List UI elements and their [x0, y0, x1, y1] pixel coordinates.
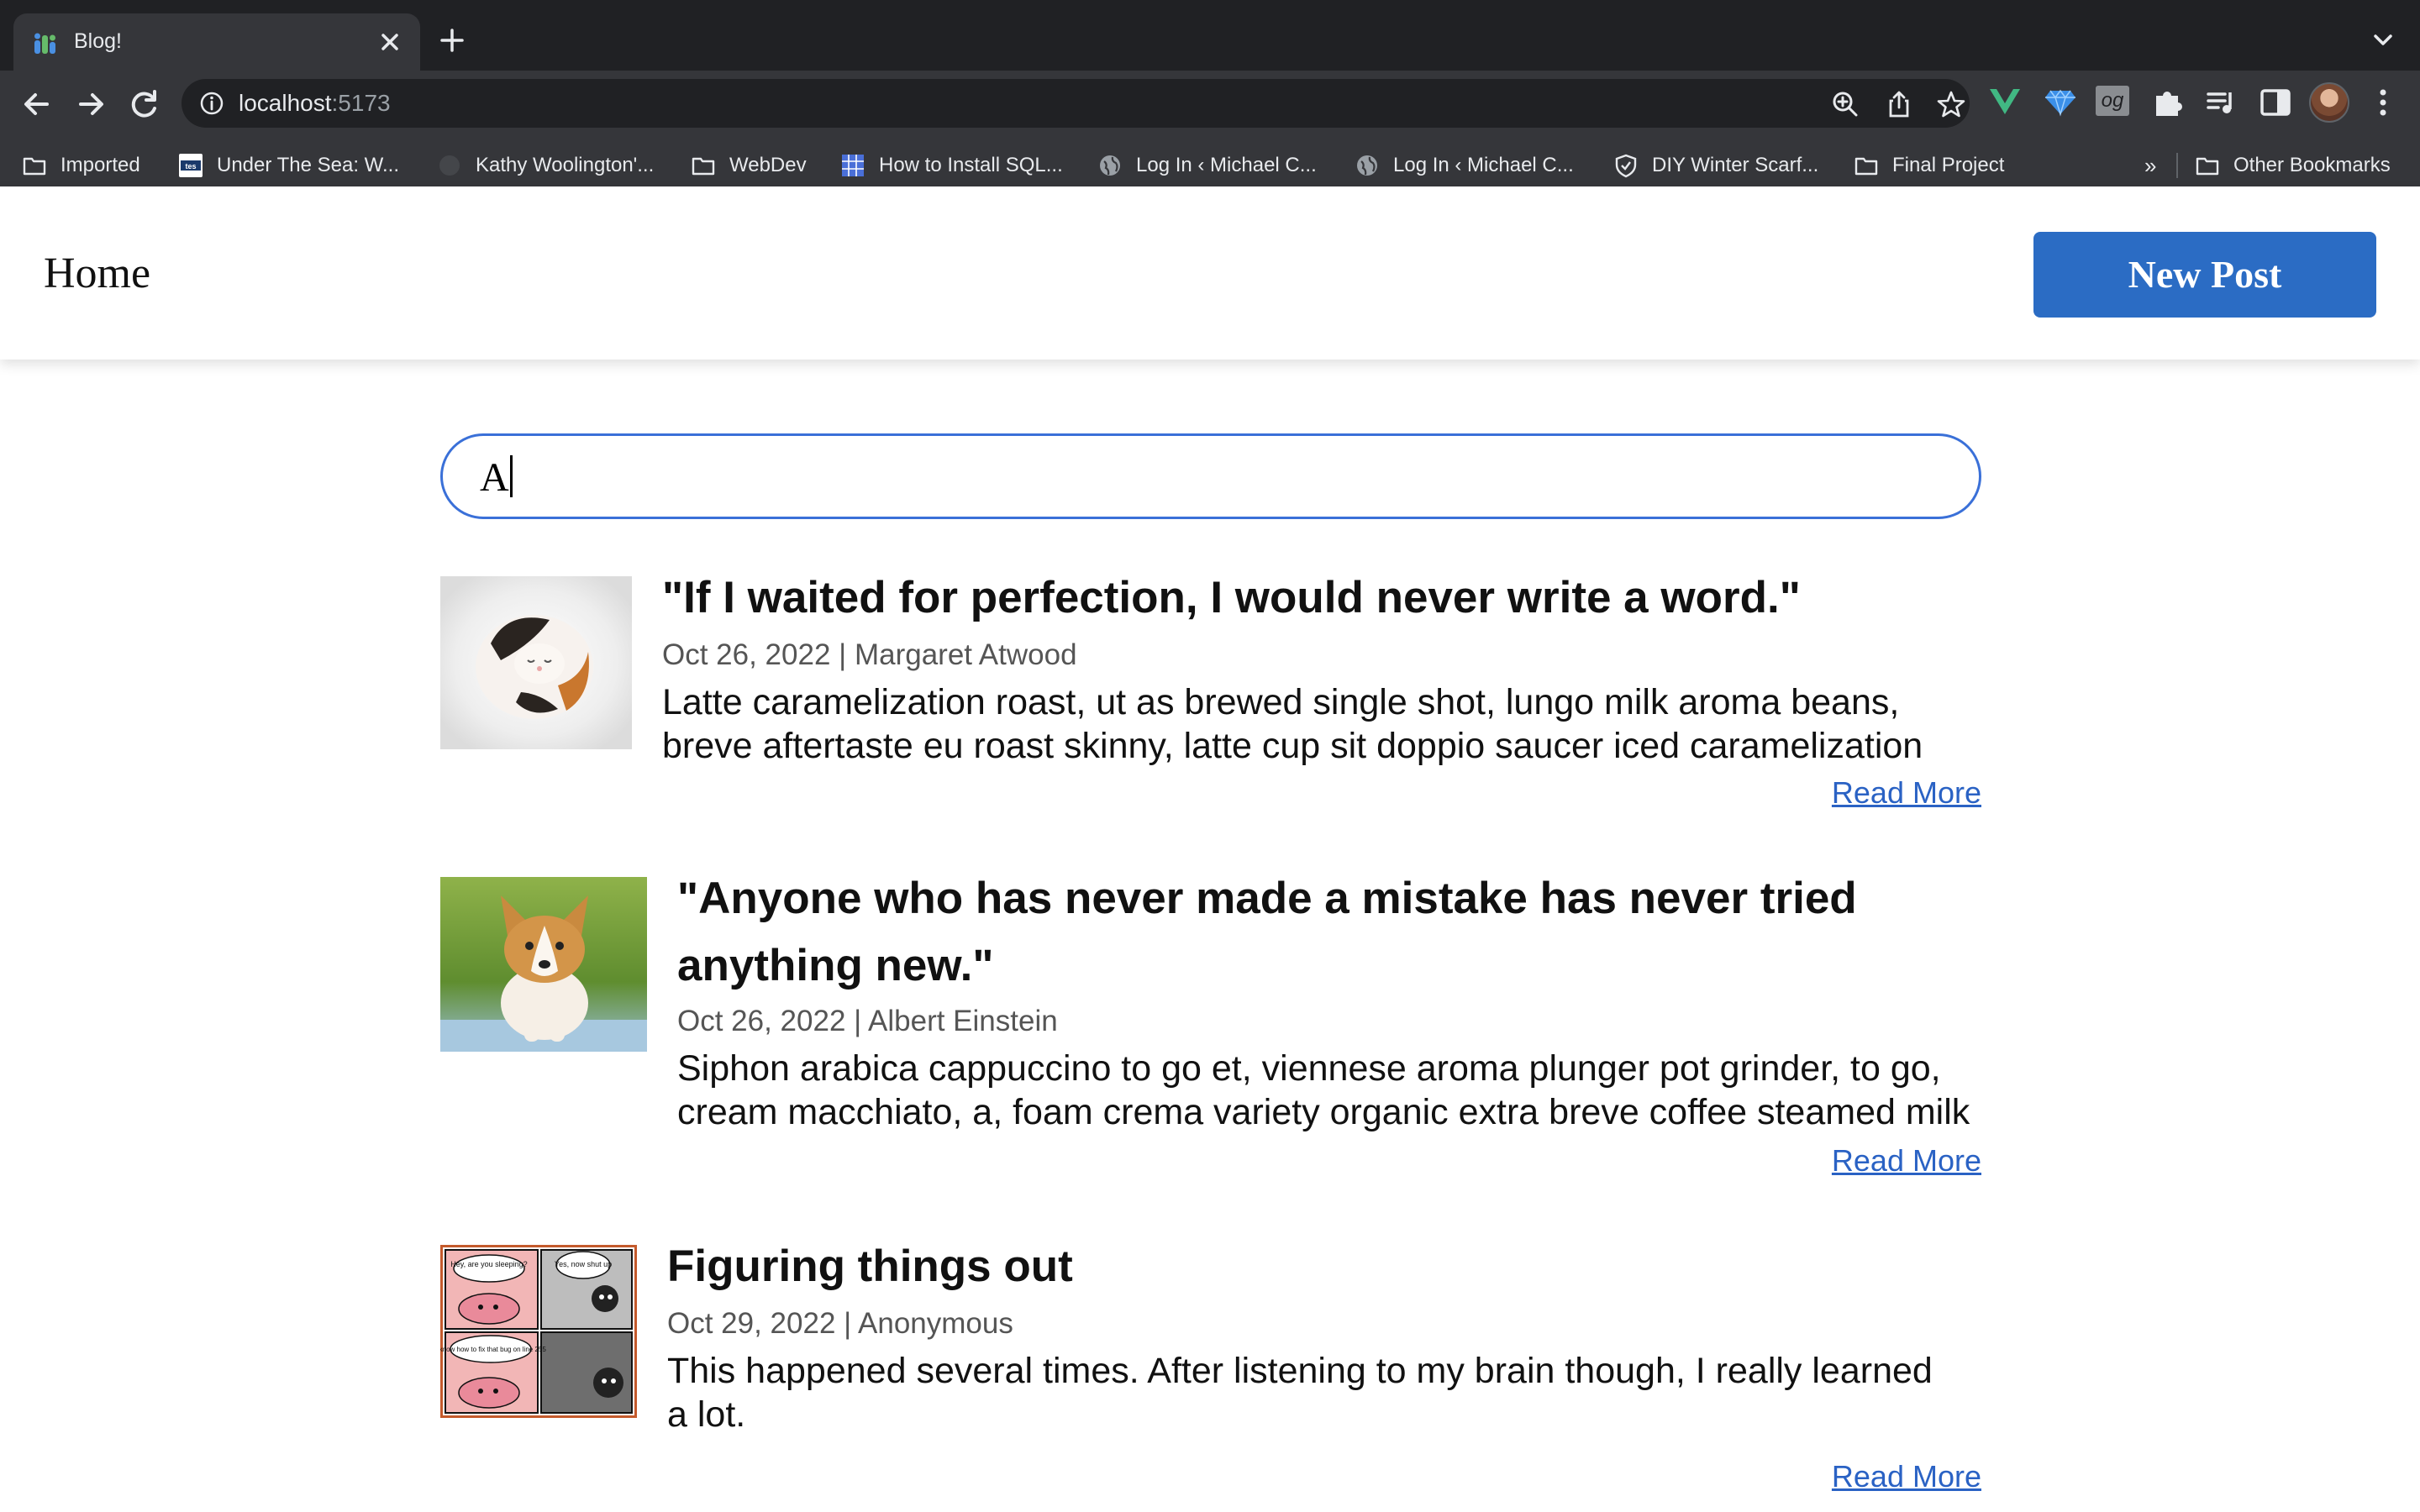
tab-search-chevron-icon[interactable]: [2366, 24, 2400, 57]
post-excerpt-line: cream macchiato, a, foam crema variety o…: [677, 1092, 1970, 1132]
site-info-icon[interactable]: [198, 90, 225, 117]
back-arrow-icon[interactable]: [15, 82, 59, 126]
blog-page: Home New Post A "If I waited for perfect…: [0, 186, 2420, 1512]
reload-icon[interactable]: [123, 82, 166, 126]
post-title-line: "Anyone who has never made a mistake has…: [677, 874, 1857, 923]
vue-devtools-icon[interactable]: [1986, 82, 2023, 119]
url-port: :5173: [331, 90, 391, 116]
folder-icon: [692, 157, 715, 176]
search-text: A: [480, 455, 509, 500]
overflow-chevrons: »: [2144, 152, 2157, 178]
post-excerpt: Latte caramelization roast, ut as brewed…: [662, 680, 1981, 768]
bookmark-webdev[interactable]: WebDev: [691, 139, 807, 192]
og-extension-icon[interactable]: og: [2096, 86, 2129, 116]
bookmark-label: Under The Sea: W...: [217, 154, 399, 176]
close-tab-icon[interactable]: [373, 25, 407, 59]
bookmark-other-bookmarks[interactable]: Other Bookmarks: [2195, 139, 2391, 192]
post-excerpt-line: Siphon arabica cappuccino to go et, vien…: [677, 1048, 1941, 1089]
folder-icon: [2196, 157, 2219, 176]
post-meta: Oct 26, 2022 | Albert Einstein: [677, 1005, 1058, 1037]
comic-bubble-3: I know how to fix that bug on line 255: [440, 1346, 546, 1353]
corgi-puppy-image[interactable]: [440, 877, 647, 1052]
bookmark-label: Log In ‹ Michael C...: [1393, 154, 1574, 176]
tes-icon: tes: [179, 154, 203, 177]
post-title[interactable]: "Anyone who has never made a mistake has…: [677, 865, 1857, 1000]
comic-bubble-1: Hey, are you sleeping?: [450, 1260, 527, 1268]
bookmark-label: Final Project: [1892, 154, 2005, 176]
media-controls-icon[interactable]: [2203, 84, 2240, 121]
bookmarks-overflow-button[interactable]: »: [2144, 139, 2156, 192]
globe-icon: [439, 155, 460, 176]
side-panel-icon[interactable]: [2257, 84, 2294, 121]
post-excerpt: This happened several times. After liste…: [667, 1349, 1981, 1436]
globe-icon: [1100, 155, 1120, 176]
post-excerpt-line: Latte caramelization roast, ut as brewed…: [662, 682, 1900, 722]
profile-avatar[interactable]: [2309, 82, 2349, 123]
bookmarks-divider: [2176, 153, 2178, 178]
new-tab-plus-icon[interactable]: [435, 24, 469, 57]
new-post-button[interactable]: New Post: [2033, 232, 2376, 318]
post-excerpt-line: a lot.: [667, 1394, 746, 1435]
grid-icon: [842, 155, 864, 176]
folder-icon: [23, 157, 46, 176]
bookmark-label: How to Install SQL...: [879, 154, 1063, 176]
post-card: "If I waited for perfection, I would nev…: [440, 573, 1981, 828]
bookmark-label: WebDev: [729, 154, 807, 176]
share-icon[interactable]: [1884, 89, 1914, 119]
bookmark-final-project[interactable]: Final Project: [1854, 139, 2004, 192]
home-link[interactable]: Home: [44, 249, 150, 299]
bookmark-label: Other Bookmarks: [2233, 154, 2391, 176]
url-host: localhost: [239, 90, 332, 116]
site-header: Home New Post: [0, 186, 2420, 360]
address-url: localhost:5173: [239, 89, 391, 118]
bookmark-imported[interactable]: Imported: [22, 139, 140, 192]
post-excerpt-line: This happened several times. After liste…: [667, 1351, 1933, 1391]
bookmark-log-in-1[interactable]: Log In ‹ Michael C...: [1097, 139, 1317, 192]
address-bar[interactable]: localhost:5173: [182, 79, 1970, 128]
bookmarks-bar: Imported tes Under The Sea: W... Kathy W…: [0, 139, 2420, 192]
bookmark-label: DIY Winter Scarf...: [1652, 154, 1819, 176]
read-more-link[interactable]: Read More: [1832, 774, 1981, 811]
bookmark-log-in-2[interactable]: Log In ‹ Michael C...: [1355, 139, 1574, 192]
bookmark-star-icon[interactable]: [1936, 89, 1966, 119]
tab-title: Blog!: [74, 29, 122, 53]
shield-icon: [1615, 154, 1637, 178]
bookmark-label: Log In ‹ Michael C...: [1136, 154, 1317, 176]
post-excerpt-line: breve aftertaste eu roast skinny, latte …: [662, 726, 1923, 766]
search-input-value: A: [480, 454, 513, 501]
post-meta: Oct 26, 2022 | Margaret Atwood: [662, 638, 1077, 671]
bookmark-kathy-woolington[interactable]: Kathy Woolington'...: [437, 139, 654, 192]
forward-arrow-icon[interactable]: [69, 82, 113, 126]
read-more-link[interactable]: Read More: [1832, 1142, 1981, 1179]
bookmark-label: Kathy Woolington'...: [476, 154, 655, 176]
browser-tabstrip: Blog!: [0, 0, 2420, 71]
post-excerpt: Siphon arabica cappuccino to go et, vien…: [677, 1047, 1981, 1134]
bookmark-label: Imported: [60, 154, 140, 176]
post-title[interactable]: "If I waited for perfection, I would nev…: [662, 564, 1801, 632]
post-title-line: anything new.": [677, 941, 994, 990]
blog-favicon-icon: [34, 33, 55, 54]
browser-toolbar: localhost:5173 og Imported tes Under The…: [0, 71, 2420, 202]
read-more-link[interactable]: Read More: [1832, 1458, 1981, 1495]
svg-text:tes: tes: [185, 162, 196, 171]
post-card: "Anyone who has never made a mistake has…: [440, 874, 1981, 1196]
comic-bubble-2: Yes, now shut up: [555, 1260, 612, 1268]
post-meta: Oct 29, 2022 | Anonymous: [667, 1307, 1013, 1340]
chrome-menu-kebab-icon[interactable]: [2368, 84, 2398, 121]
extensions-puzzle-icon[interactable]: [2149, 84, 2186, 121]
browser-tab-active[interactable]: Blog!: [13, 13, 420, 71]
bookmark-under-the-sea[interactable]: tes Under The Sea: W...: [178, 139, 399, 192]
bookmark-install-sql[interactable]: How to Install SQL...: [840, 139, 1063, 192]
gem-extension-icon[interactable]: [2042, 82, 2079, 119]
brain-comic-image[interactable]: Hey, are you sleeping? Yes, now shut up …: [440, 1245, 637, 1418]
text-caret: [509, 455, 513, 497]
globe-icon: [1357, 155, 1377, 176]
zoom-icon[interactable]: [1830, 89, 1860, 119]
post-title[interactable]: Figuring things out: [667, 1233, 1073, 1300]
bookmark-diy-winter-scarf[interactable]: DIY Winter Scarf...: [1613, 139, 1818, 192]
search-input[interactable]: A: [440, 433, 1981, 519]
kitten-image[interactable]: [440, 576, 632, 749]
post-card: Hey, are you sleeping? Yes, now shut up …: [440, 1242, 1981, 1512]
folder-icon: [1854, 157, 1878, 176]
